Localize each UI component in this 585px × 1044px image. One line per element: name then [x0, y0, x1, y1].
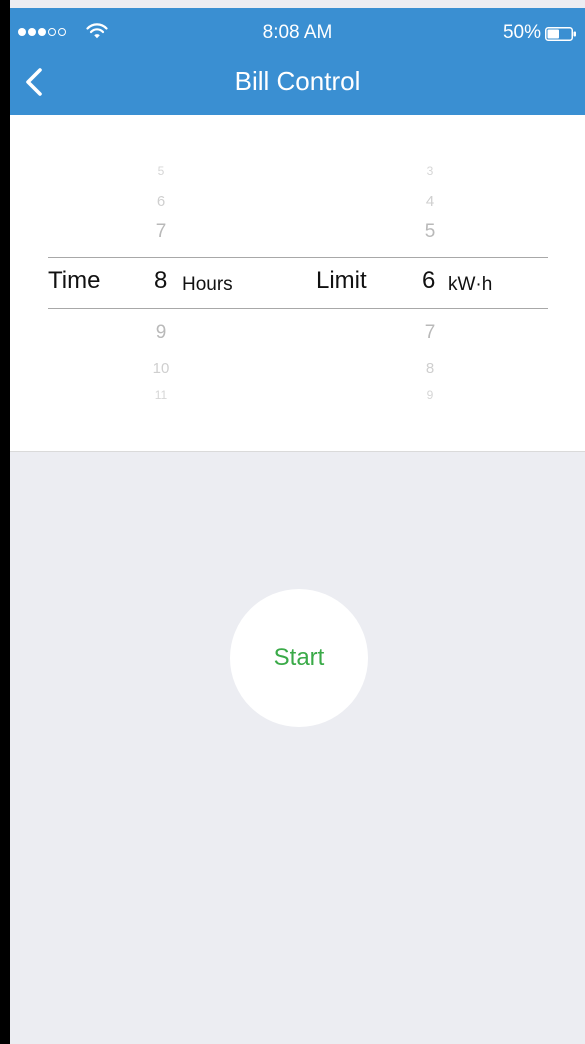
wheel-number[interactable]: 11 — [146, 389, 176, 401]
wheel-number[interactable]: 3 — [415, 165, 445, 177]
wheel-number[interactable]: 10 — [146, 361, 176, 376]
status-bar: 8:08 AM 50% — [10, 8, 585, 46]
time-label: Time — [48, 267, 101, 294]
wheel-number[interactable]: 7 — [146, 222, 176, 241]
selection-top-divider — [48, 257, 548, 258]
status-time: 8:08 AM — [262, 22, 333, 43]
battery-percentage: 50% — [502, 22, 541, 43]
wheel-number[interactable]: 6 — [146, 194, 176, 209]
limit-unit: kW·h — [448, 274, 493, 295]
limit-label: Limit — [316, 267, 367, 294]
wheel-number[interactable]: 8 — [415, 361, 445, 376]
wheel-number[interactable]: 7 — [415, 323, 445, 342]
app-screen: 8:08 AM 50% Bill Control 5 6 7 Time 8 Ho… — [10, 0, 585, 1044]
wheel-number[interactable]: 9 — [415, 389, 445, 401]
start-button[interactable]: Start — [230, 589, 368, 727]
wheel-number[interactable]: 5 — [415, 222, 445, 241]
time-unit: Hours — [182, 274, 233, 295]
bill-control-picker: 5 6 7 Time 8 Hours 9 10 11 3 4 5 Limit 6… — [10, 115, 585, 452]
page-title: Bill Control — [234, 66, 361, 96]
wheel-number[interactable]: 5 — [146, 165, 176, 177]
wheel-number[interactable]: 4 — [415, 194, 445, 209]
header-bar: 8:08 AM 50% Bill Control — [10, 8, 585, 115]
limit-selected-value[interactable]: 6 — [422, 269, 435, 293]
selection-bottom-divider — [48, 308, 548, 309]
time-selected-value[interactable]: 8 — [154, 269, 167, 293]
battery-icon — [545, 27, 576, 41]
wheel-number[interactable]: 9 — [146, 323, 176, 342]
